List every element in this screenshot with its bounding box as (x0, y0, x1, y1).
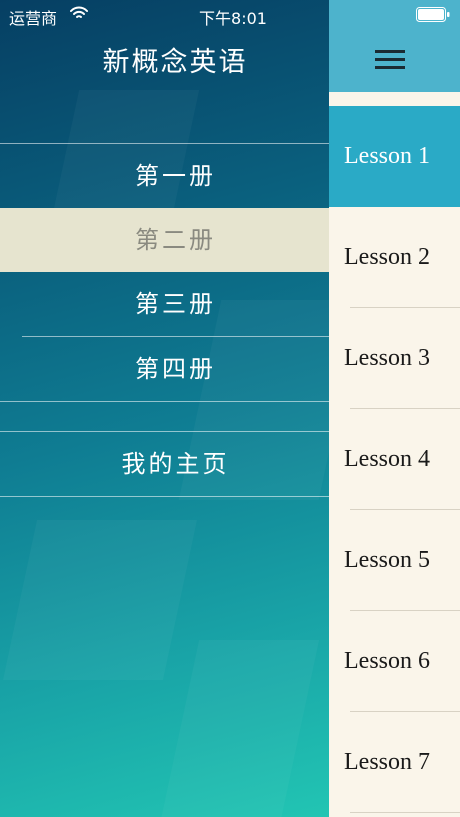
book-menu: 第一册 第二册 第三册 第四册 我的主页 (0, 143, 329, 497)
status-time: 下午8:01 (199, 9, 267, 28)
background-facet (161, 640, 319, 817)
lesson-item-5[interactable]: Lesson 5 (329, 510, 460, 611)
background-facet (3, 520, 197, 680)
hamburger-menu-icon[interactable] (375, 50, 405, 72)
menu-item-my-homepage[interactable]: 我的主页 (0, 432, 329, 496)
lesson-item-1[interactable]: Lesson 1 (329, 106, 460, 207)
lesson-label: Lesson 4 (344, 446, 430, 472)
menu-item-book-3[interactable]: 第三册 (0, 272, 329, 336)
menu-item-book-1[interactable]: 第一册 (0, 144, 329, 208)
lesson-list: Lesson 1 Lesson 2 Lesson 3 Lesson 4 Less… (329, 106, 460, 813)
lesson-label: Lesson 6 (344, 648, 430, 674)
lesson-label: Lesson 7 (344, 749, 430, 775)
lesson-label: Lesson 2 (344, 244, 430, 270)
lesson-item-4[interactable]: Lesson 4 (329, 409, 460, 510)
lesson-item-3[interactable]: Lesson 3 (329, 308, 460, 409)
battery-icon (416, 7, 450, 22)
lesson-item-6[interactable]: Lesson 6 (329, 611, 460, 712)
lesson-label: Lesson 5 (344, 547, 430, 573)
lesson-item-2[interactable]: Lesson 2 (329, 207, 460, 308)
lesson-label: Lesson 1 (344, 143, 430, 169)
app-title: 新概念英语 (102, 47, 248, 78)
lesson-list-panel: Lesson 1 Lesson 2 Lesson 3 Lesson 4 Less… (329, 0, 460, 817)
menu-item-book-2[interactable]: 第二册 (0, 208, 329, 272)
lesson-label: Lesson 3 (344, 345, 430, 371)
side-menu-panel: 新概念英语 第一册 第二册 第三册 第四册 我的主页 (0, 0, 329, 817)
menu-divider (0, 496, 329, 497)
menu-item-book-4[interactable]: 第四册 (0, 337, 329, 401)
lesson-divider (350, 812, 460, 813)
lesson-item-7[interactable]: Lesson 7 (329, 712, 460, 813)
status-bar: 运营商 下午8:01 (0, 0, 460, 30)
